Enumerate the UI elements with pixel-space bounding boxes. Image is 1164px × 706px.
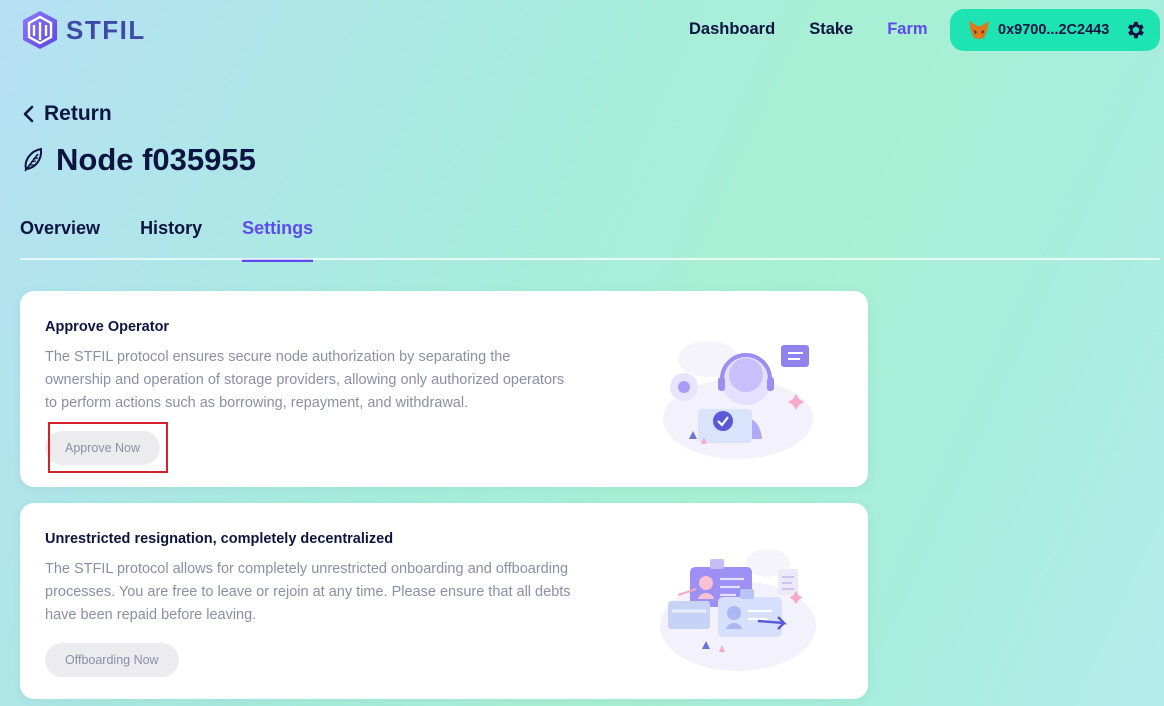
- offboarding-card: Unrestricted resignation, completely dec…: [20, 503, 868, 699]
- offboarding-now-button[interactable]: Offboarding Now: [45, 643, 179, 677]
- card-description: The STFIL protocol allows for completely…: [45, 561, 571, 623]
- brand-name: STFIL: [66, 14, 146, 45]
- return-label: Return: [44, 102, 112, 125]
- highlight-box: [48, 422, 168, 473]
- brand-logo[interactable]: STFIL: [22, 10, 146, 50]
- return-link[interactable]: Return: [22, 102, 112, 126]
- wallet-button[interactable]: 0x9700...2C2443: [950, 9, 1160, 51]
- nav-dashboard[interactable]: Dashboard: [689, 20, 775, 39]
- page-title: Node f035955: [56, 142, 256, 177]
- tab-bar: Overview History Settings: [20, 218, 314, 262]
- tab-divider: [20, 258, 1160, 260]
- leaf-icon: [24, 147, 43, 172]
- stfil-logo-icon: [23, 11, 57, 49]
- id-cards-illustration: [660, 549, 816, 671]
- nav-stake[interactable]: Stake: [809, 20, 853, 39]
- gear-icon[interactable]: [1124, 19, 1146, 41]
- tab-history[interactable]: History: [140, 218, 202, 262]
- card-description: The STFIL protocol ensures secure node a…: [45, 349, 565, 411]
- tab-settings[interactable]: Settings: [242, 218, 314, 262]
- tab-overview[interactable]: Overview: [20, 218, 100, 262]
- wallet-address: 0x9700...2C2443: [998, 22, 1110, 38]
- chevron-left-icon: [23, 105, 34, 123]
- approve-operator-card: Approve Operator The STFIL protocol ensu…: [20, 291, 868, 487]
- main-nav: Dashboard Stake Farm: [689, 20, 928, 39]
- card-title: Unrestricted resignation, completely dec…: [45, 531, 394, 547]
- metamask-fox-icon: [969, 21, 989, 39]
- nav-farm[interactable]: Farm: [887, 20, 927, 39]
- support-operator-illustration: [663, 341, 813, 459]
- card-title: Approve Operator: [45, 319, 170, 335]
- page-title-row: Node f035955: [22, 142, 256, 178]
